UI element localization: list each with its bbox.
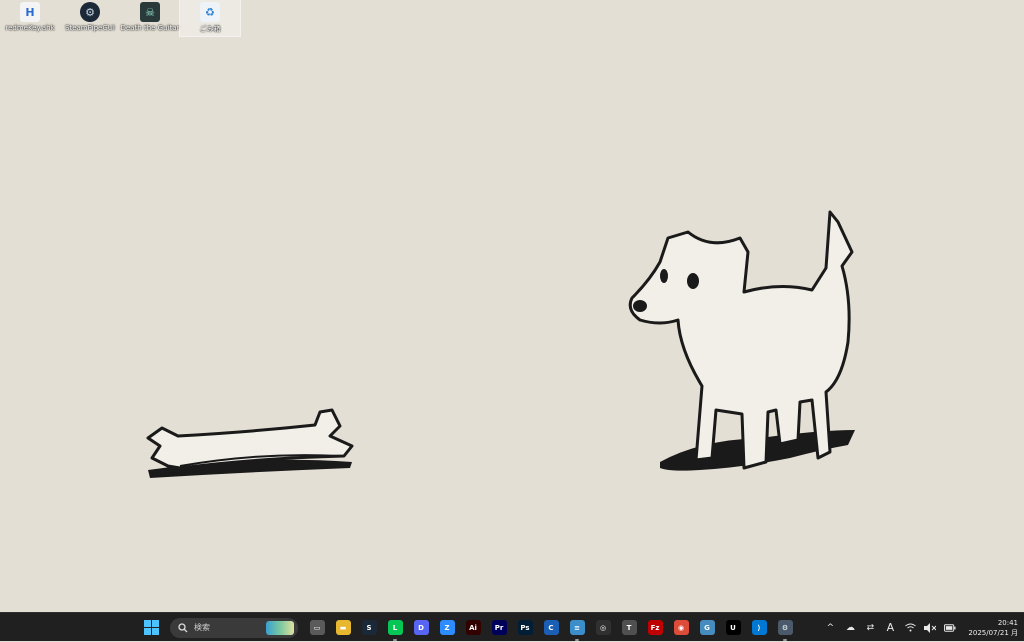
taskbar-app-task-view[interactable]: ▭ bbox=[306, 617, 328, 639]
vscode-icon: ⟩ bbox=[751, 620, 767, 635]
volume-muted-icon[interactable] bbox=[924, 622, 937, 634]
ahk-file-icon: H bbox=[20, 2, 40, 22]
filezilla-icon: Fz bbox=[647, 620, 663, 635]
search-icon bbox=[178, 622, 188, 632]
line-icon: L bbox=[387, 620, 403, 635]
start-button[interactable] bbox=[140, 617, 162, 639]
desktop-icon-label: Death the Guitar bbox=[120, 24, 180, 32]
clip-studio-icon: C bbox=[543, 620, 559, 635]
steam-icon: S bbox=[361, 620, 377, 635]
steam-icon: ⚙ bbox=[80, 2, 100, 22]
system-tray: ^ ☁ ⇄ A 20:41 2025/07/21 月 bbox=[824, 613, 1024, 642]
taskbar-app-discord[interactable]: D bbox=[410, 617, 432, 639]
taskbar-app-photoshop[interactable]: Ps bbox=[514, 617, 536, 639]
twitch-icon: T bbox=[621, 620, 637, 635]
notepad-icon: ≡ bbox=[569, 620, 585, 635]
onedrive-icon[interactable]: ☁ bbox=[844, 622, 856, 634]
game-icon: ☠ bbox=[140, 2, 160, 22]
search-placeholder: 検索 bbox=[194, 623, 210, 632]
settings-icon: ⚙ bbox=[777, 620, 793, 635]
taskbar: 検索 ▭ ▬ S L D Z Ai Pr Ps C ≡ ◎ T Fz ◉ G U ⟩ ⚙ ^ ☁ ⇄ A 20:41… bbox=[0, 612, 1024, 641]
illustrator-icon: Ai bbox=[465, 620, 481, 635]
clock-date: 2025/07/21 月 bbox=[968, 628, 1018, 637]
taskbar-apps: 検索 ▭ ▬ S L D Z Ai Pr Ps C ≡ ◎ T Fz ◉ G U ⟩ ⚙ bbox=[140, 616, 796, 641]
photoshop-icon: Ps bbox=[517, 620, 533, 635]
taskbar-app-line[interactable]: L bbox=[384, 617, 406, 641]
desktop-icon-label: ごみ箱 bbox=[199, 25, 221, 33]
taskbar-app-obs[interactable]: ◎ bbox=[592, 617, 614, 639]
desktop-icon-redmekey[interactable]: H redmeKey.ahk bbox=[0, 0, 60, 36]
taskbar-app-godot[interactable]: G bbox=[696, 617, 718, 639]
taskbar-app-steam[interactable]: S bbox=[358, 617, 380, 639]
desktop-icon-recycle-bin[interactable]: ♻ ごみ箱 bbox=[179, 0, 241, 37]
discord-icon: D bbox=[413, 620, 429, 635]
taskbar-app-premiere[interactable]: Pr bbox=[488, 617, 510, 639]
show-hidden-icons-chevron-icon[interactable]: ^ bbox=[824, 622, 836, 634]
desktop-icon-label: redmeKey.ahk bbox=[5, 24, 55, 32]
pinned-apps: ▭ ▬ S L D Z Ai Pr Ps C ≡ ◎ T Fz ◉ G U ⟩ ⚙ bbox=[306, 617, 796, 641]
taskbar-app-illustrator[interactable]: Ai bbox=[462, 617, 484, 639]
clock-time: 20:41 bbox=[997, 618, 1018, 627]
desktop-icon-steampipegui[interactable]: ⚙ SteamPipeGUI bbox=[60, 0, 120, 36]
taskbar-app-zoom[interactable]: Z bbox=[436, 617, 458, 639]
wifi-icon[interactable] bbox=[904, 622, 916, 634]
chrome-icon: ◉ bbox=[673, 620, 689, 635]
desktop-icon-grid: H redmeKey.ahk ⚙ SteamPipeGUI ☠ Death th… bbox=[0, 0, 241, 37]
taskbar-app-twitch[interactable]: T bbox=[618, 617, 640, 639]
desktop: H redmeKey.ahk ⚙ SteamPipeGUI ☠ Death th… bbox=[0, 0, 1024, 612]
taskbar-clock[interactable]: 20:41 2025/07/21 月 bbox=[968, 618, 1018, 638]
task-view-icon: ▭ bbox=[309, 620, 325, 635]
taskbar-search-box[interactable]: 検索 bbox=[170, 617, 298, 638]
taskbar-app-file-explorer[interactable]: ▬ bbox=[332, 617, 354, 639]
taskbar-app-vscode[interactable]: ⟩ bbox=[748, 617, 770, 639]
zoom-icon: Z bbox=[439, 620, 455, 635]
unity-icon: U bbox=[725, 620, 741, 635]
premiere-icon: Pr bbox=[491, 620, 507, 635]
desktop-icon-death-the-guitar[interactable]: ☠ Death the Guitar bbox=[120, 0, 180, 36]
desktop-icon-label: SteamPipeGUI bbox=[65, 24, 115, 32]
network-share-icon[interactable]: ⇄ bbox=[864, 622, 876, 634]
battery-icon[interactable] bbox=[944, 622, 956, 634]
ime-mode-indicator[interactable]: A bbox=[884, 621, 896, 634]
recycle-bin-icon: ♻ bbox=[200, 2, 220, 22]
dog-drawing bbox=[628, 210, 855, 471]
file-explorer-icon: ▬ bbox=[335, 620, 351, 635]
taskbar-app-settings[interactable]: ⚙ bbox=[774, 617, 796, 641]
taskbar-app-chrome[interactable]: ◉ bbox=[670, 617, 692, 639]
search-highlight-image bbox=[266, 620, 294, 635]
windows-logo-icon bbox=[143, 620, 159, 635]
obs-icon: ◎ bbox=[595, 620, 611, 635]
godot-icon: G bbox=[699, 620, 715, 635]
wallpaper-illustration bbox=[146, 210, 855, 478]
taskbar-app-clip-studio[interactable]: C bbox=[540, 617, 562, 639]
taskbar-app-unity[interactable]: U bbox=[722, 617, 744, 639]
taskbar-app-notepad[interactable]: ≡ bbox=[566, 617, 588, 641]
bone-drawing bbox=[146, 408, 354, 478]
taskbar-app-filezilla[interactable]: Fz bbox=[644, 617, 666, 639]
